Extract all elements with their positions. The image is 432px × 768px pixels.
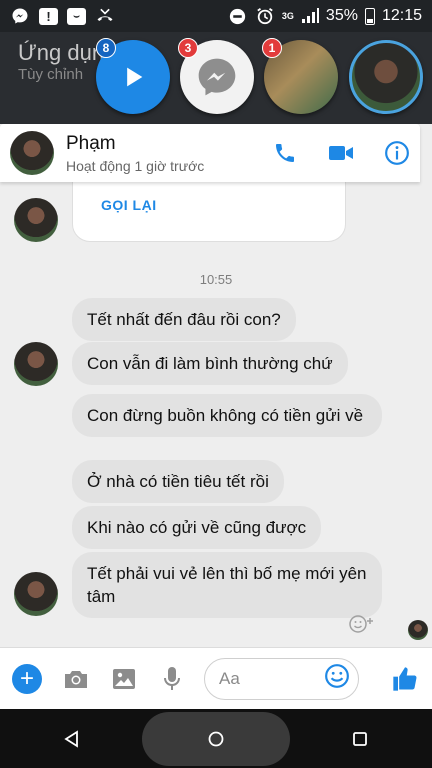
seen-avatar bbox=[408, 620, 428, 640]
battery-icon bbox=[364, 7, 375, 25]
message-bubble[interactable]: Con đừng buồn không có tiền gửi về bbox=[72, 394, 382, 437]
recents-icon[interactable] bbox=[345, 724, 375, 754]
microphone-icon[interactable] bbox=[158, 665, 186, 693]
alarm-icon bbox=[255, 6, 275, 26]
avatar[interactable] bbox=[14, 572, 58, 616]
message-input-box[interactable] bbox=[204, 657, 359, 700]
back-icon[interactable] bbox=[57, 724, 87, 754]
message-notification-icon: ⌣ bbox=[67, 7, 86, 25]
network-type: 3G bbox=[281, 11, 294, 21]
battery-percent: 35% bbox=[325, 7, 358, 24]
message-bubble[interactable]: Tết phải vui vẻ lên thì bố mẹ mới yên tâ… bbox=[72, 552, 382, 618]
add-reaction-icon[interactable] bbox=[348, 614, 376, 639]
contact-info[interactable]: Phạm Hoạt động 1 giờ trước bbox=[66, 133, 204, 174]
message-input[interactable] bbox=[219, 668, 324, 689]
avatar[interactable] bbox=[10, 131, 54, 175]
avatar[interactable] bbox=[14, 198, 58, 242]
chat-head-badge: 1 bbox=[262, 38, 282, 58]
backdrop-subtitle: Tùy chỉnh bbox=[18, 66, 84, 83]
video-call-icon[interactable] bbox=[328, 140, 354, 166]
missed-call-icon bbox=[95, 6, 115, 26]
messenger-icon bbox=[198, 58, 236, 96]
do-not-disturb-icon bbox=[228, 6, 248, 26]
status-bar: ! ⌣ 3G 35% 12:15 bbox=[0, 0, 432, 32]
message-bubble[interactable]: Ở nhà có tiền tiêu tết rồi bbox=[72, 460, 284, 503]
gallery-icon[interactable] bbox=[110, 665, 138, 693]
avatar[interactable] bbox=[14, 342, 58, 386]
message-bubble[interactable]: Tết nhất đến đâu rồi con? bbox=[72, 298, 296, 341]
contact-status: Hoạt động 1 giờ trước bbox=[66, 157, 205, 174]
signal-icon bbox=[301, 8, 319, 23]
alert-notification-icon: ! bbox=[39, 7, 58, 25]
message-bubble[interactable]: Khi nào có gửi về cũng được bbox=[72, 506, 322, 549]
emoji-icon[interactable] bbox=[324, 663, 350, 694]
home-icon[interactable] bbox=[201, 724, 231, 754]
phone-call-icon[interactable] bbox=[272, 140, 298, 166]
message-timestamp: 10:55 bbox=[199, 272, 233, 287]
play-icon bbox=[127, 67, 143, 87]
message-list[interactable]: GỌI LẠI 10:55 Tết nhất đến đâu rồi con? … bbox=[0, 182, 432, 647]
composer-bar: + bbox=[0, 647, 432, 709]
camera-icon[interactable] bbox=[62, 665, 90, 693]
clock: 12:15 bbox=[381, 7, 422, 24]
conversation-header: Phạm Hoạt động 1 giờ trước bbox=[0, 124, 420, 182]
contact-name: Phạm bbox=[66, 132, 116, 154]
more-actions-button[interactable]: + bbox=[12, 663, 42, 694]
like-thumb-icon[interactable] bbox=[390, 664, 420, 694]
info-icon[interactable] bbox=[384, 140, 410, 166]
messenger-notification-icon bbox=[10, 6, 30, 26]
message-bubble[interactable]: Con vẫn đi làm bình thường chứ bbox=[72, 342, 348, 385]
chat-head-contact[interactable] bbox=[349, 40, 423, 114]
chat-head-badge: 3 bbox=[178, 38, 198, 58]
call-card: GỌI LẠI bbox=[72, 182, 346, 242]
chat-head-badge: 8 bbox=[96, 38, 116, 58]
system-navigation-bar bbox=[0, 709, 432, 768]
call-back-button[interactable]: GỌI LẠI bbox=[101, 197, 157, 213]
